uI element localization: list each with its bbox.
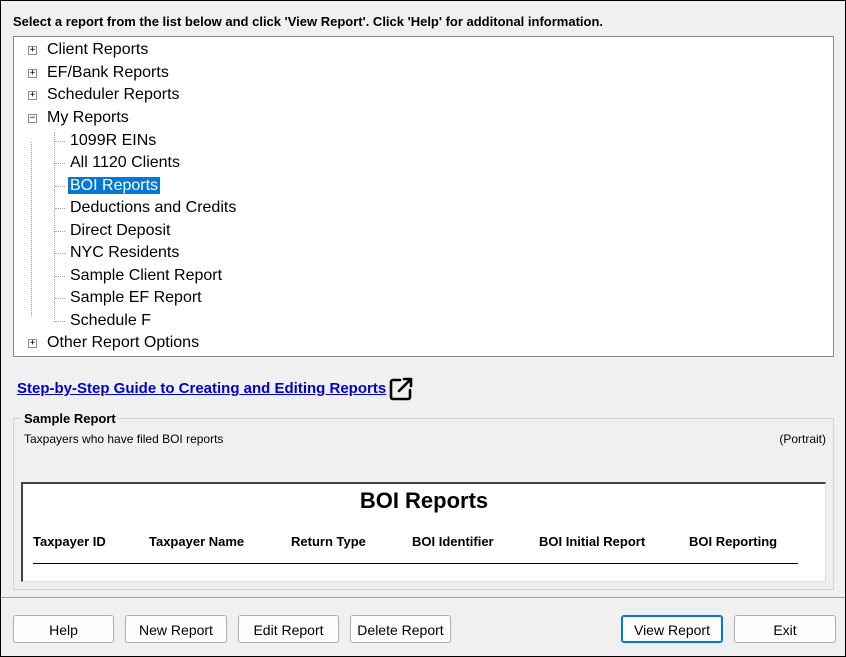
external-link-icon[interactable] [388,376,414,402]
sample-report-description: Taxpayers who have filed BOI reports [24,432,224,446]
instruction-text: Select a report from the list below and … [13,14,604,29]
delete-report-button[interactable]: Delete Report [350,615,451,643]
tree-node-label: Scheduler Reports [47,86,180,103]
tree-node-direct-deposit[interactable]: Direct Deposit [70,221,170,241]
tree-node-label: Sample Client Report [70,267,223,284]
tree-node-label: Other Report Options [47,334,200,351]
tree-node-label: 1099R EINs [70,132,157,149]
tree-node-sample-ef-report[interactable]: Sample EF Report [70,288,202,308]
new-report-button[interactable]: New Report [125,615,227,643]
view-report-button[interactable]: View Report [621,615,723,643]
preview-column-header: BOI Identifier [412,534,494,549]
tree-node-label: BOI Reports [68,177,161,194]
expand-plus-icon[interactable]: + [28,91,37,100]
expand-plus-icon[interactable]: + [28,339,37,348]
tree-node-label: All 1120 Clients [70,154,180,171]
button-bar-separator [1,597,845,598]
edit-report-button[interactable]: Edit Report [238,615,339,643]
preview-column-header: Taxpayer ID [33,534,106,549]
sample-report-title: Sample Report [21,411,119,426]
tree-node-label: Sample EF Report [70,289,202,306]
tree-node-label: My Reports [47,109,129,126]
tree-node-all-1120-clients[interactable]: All 1120 Clients [70,153,180,173]
tree-node-label: Client Reports [47,41,149,58]
report-tree[interactable]: + Client Reports + EF/Bank Reports + Sch… [13,36,834,357]
tree-node-nyc-residents[interactable]: NYC Residents [70,243,179,263]
tree-node-label: Deductions and Credits [70,199,237,216]
exit-button[interactable]: Exit [734,615,836,643]
preview-column-header: Return Type [291,534,366,549]
tree-node-boi-reports[interactable]: BOI Reports [68,176,161,196]
tree-node-schedule-f[interactable]: Schedule F [70,311,151,331]
step-by-step-guide-link[interactable]: Step-by-Step Guide to Creating and Editi… [17,380,386,397]
sample-report-orientation: (Portrait) [779,432,826,446]
tree-node-label: Direct Deposit [70,222,171,239]
preview-column-header: BOI Initial Report [539,534,646,549]
preview-column-header: BOI Reporting [689,534,778,549]
help-button[interactable]: Help [13,615,114,643]
tree-node-label: Schedule F [70,312,151,329]
tree-node-1099r-eins[interactable]: 1099R EINs [70,131,156,151]
report-dialog: Select a report from the list below and … [0,0,846,657]
collapse-minus-icon[interactable]: − [28,114,37,123]
tree-node-label: EF/Bank Reports [47,64,169,81]
preview-divider [33,563,798,564]
expand-plus-icon[interactable]: + [28,69,37,78]
report-preview: BOI Reports Taxpayer ID Taxpayer Name Re… [21,482,826,582]
preview-column-header: Taxpayer Name [149,534,245,549]
tree-node-sample-client-report[interactable]: Sample Client Report [70,266,222,286]
preview-title: BOI Reports [359,488,489,513]
expand-plus-icon[interactable]: + [28,46,37,55]
tree-node-deductions-and-credits[interactable]: Deductions and Credits [70,198,236,218]
tree-node-label: NYC Residents [70,244,180,261]
